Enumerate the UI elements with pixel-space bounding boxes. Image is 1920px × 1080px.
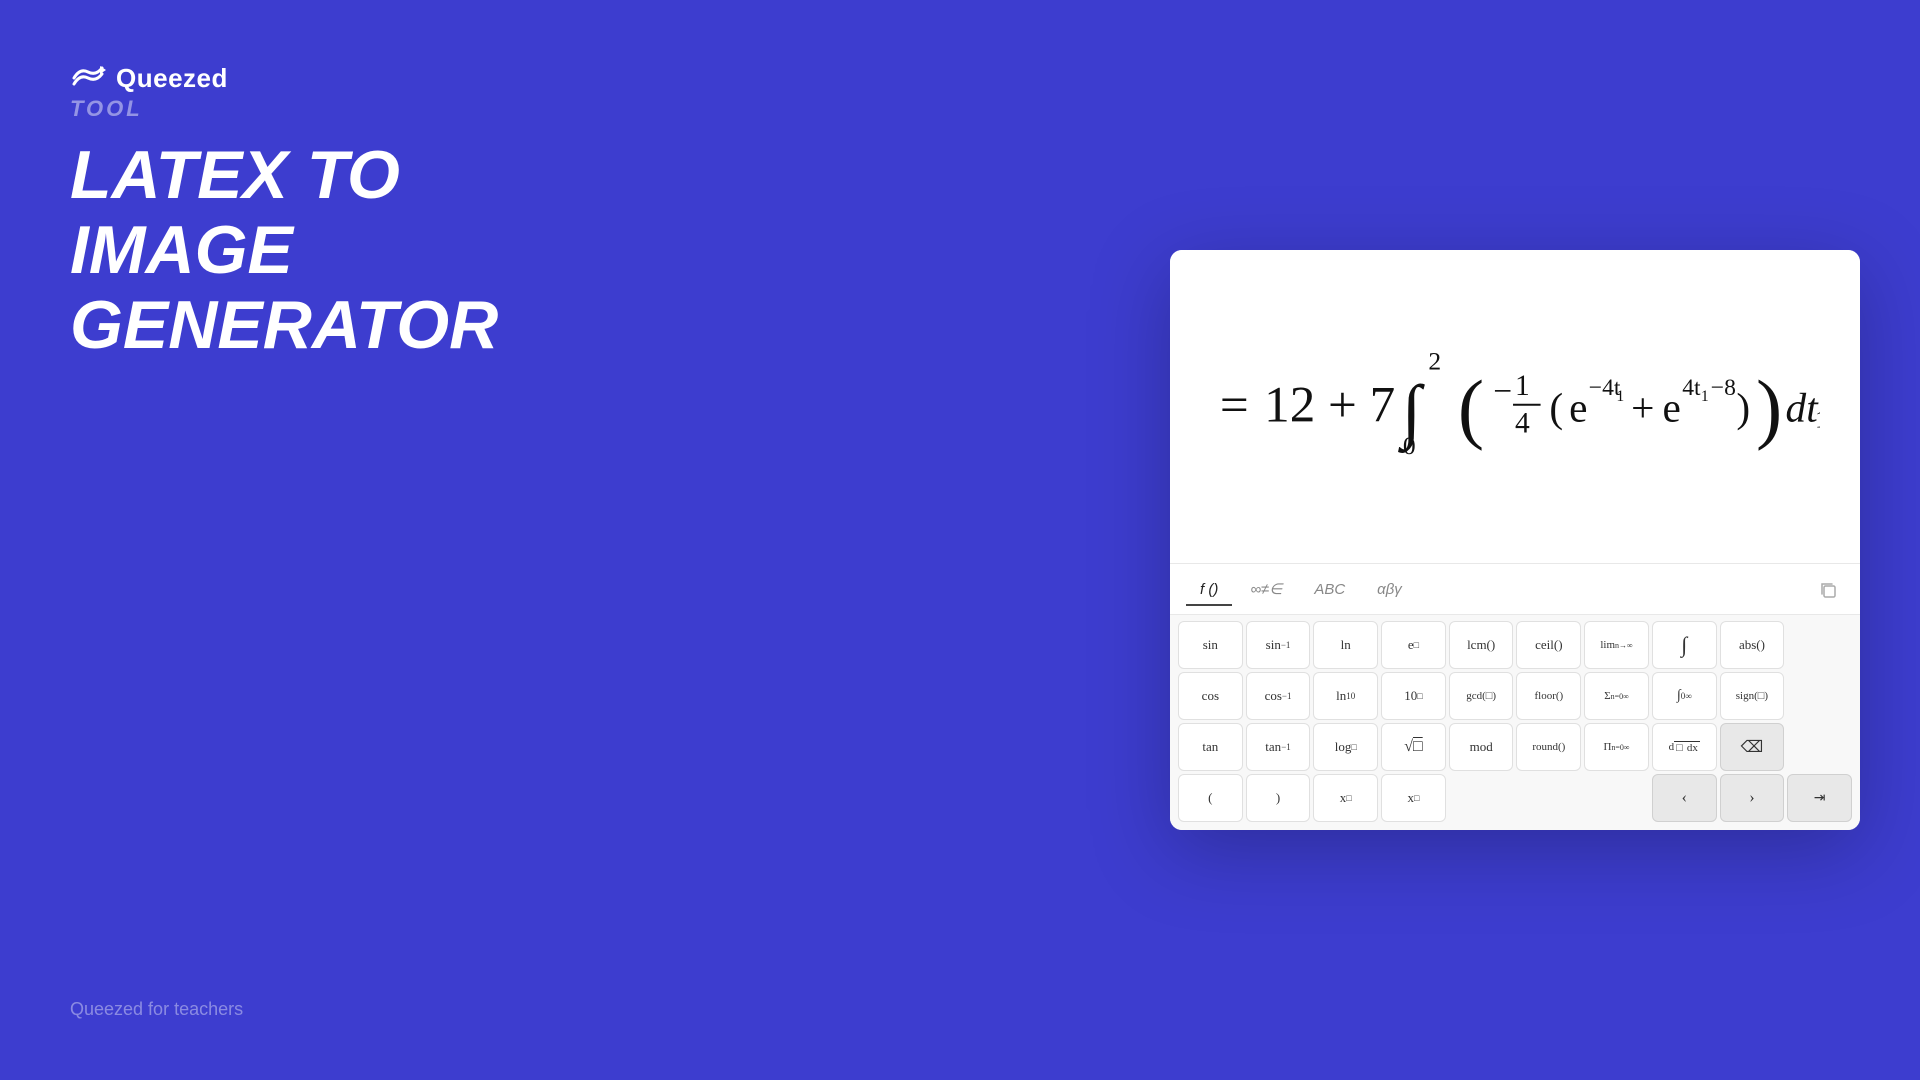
- btn-abs[interactable]: abs(): [1720, 621, 1785, 669]
- tab-bar: f () ∞≠∈ ABC αβγ: [1170, 564, 1860, 615]
- tab-functions[interactable]: f (): [1186, 575, 1232, 606]
- btn-asin[interactable]: sin−1: [1246, 621, 1311, 669]
- btn-atan[interactable]: tan−1: [1246, 723, 1311, 771]
- svg-text:): ): [1756, 365, 1782, 452]
- btn-sign[interactable]: sign(□): [1720, 672, 1785, 720]
- btn-rparen[interactable]: ): [1246, 774, 1311, 822]
- btn-acos[interactable]: cos−1: [1246, 672, 1311, 720]
- btn-tab[interactable]: ⇥: [1787, 774, 1852, 822]
- btn-definite-integral[interactable]: ∫0∞: [1652, 672, 1717, 720]
- svg-text:e: e: [1569, 384, 1587, 430]
- btn-sqrt[interactable]: √□: [1381, 723, 1446, 771]
- btn-backspace[interactable]: ⌫: [1720, 723, 1785, 771]
- svg-text:=: =: [1220, 376, 1249, 433]
- btn-empty-4-6: [1516, 774, 1581, 822]
- btn-floor[interactable]: floor(): [1516, 672, 1581, 720]
- tab-abc[interactable]: ABC: [1300, 575, 1359, 606]
- btn-lparen[interactable]: (: [1178, 774, 1243, 822]
- btn-log[interactable]: log□: [1313, 723, 1378, 771]
- tab-symbols[interactable]: ∞≠∈: [1236, 574, 1296, 606]
- footer-text: Queezed for teachers: [70, 999, 590, 1020]
- tab-greek[interactable]: αβγ: [1363, 575, 1416, 606]
- svg-text:1: 1: [1515, 370, 1530, 402]
- tool-label: TOOL: [70, 96, 590, 122]
- btn-integral[interactable]: ∫: [1652, 621, 1717, 669]
- btn-exp[interactable]: e□: [1381, 621, 1446, 669]
- btn-right[interactable]: ›: [1720, 774, 1785, 822]
- btn-derivative[interactable]: d□dx: [1652, 723, 1717, 771]
- btn-gcd[interactable]: gcd(□): [1449, 672, 1514, 720]
- svg-text:e: e: [1663, 384, 1681, 430]
- btn-left[interactable]: ‹: [1652, 774, 1717, 822]
- btn-sum[interactable]: Σn=0∞: [1584, 672, 1649, 720]
- svg-text:4t: 4t: [1682, 375, 1701, 401]
- btn-x-sup[interactable]: x□: [1313, 774, 1378, 822]
- logo-text: Queezed: [116, 63, 228, 94]
- svg-text:): ): [1736, 384, 1750, 431]
- btn-empty-4-5: [1449, 774, 1514, 822]
- btn-tan[interactable]: tan: [1178, 723, 1243, 771]
- svg-text:(: (: [1458, 365, 1484, 452]
- btn-mod[interactable]: mod: [1449, 723, 1514, 771]
- svg-text:0: 0: [1403, 431, 1416, 460]
- copy-button[interactable]: [1812, 574, 1844, 606]
- btn-x-sub[interactable]: x□: [1381, 774, 1446, 822]
- btn-lim[interactable]: limn→∞: [1584, 621, 1649, 669]
- svg-text:1: 1: [1616, 388, 1624, 405]
- btn-round[interactable]: round(): [1516, 723, 1581, 771]
- btn-ceil[interactable]: ceil(): [1516, 621, 1581, 669]
- btn-empty-4-7: [1584, 774, 1649, 822]
- btn-product[interactable]: Πn=0∞: [1584, 723, 1649, 771]
- svg-text:−: −: [1493, 373, 1512, 410]
- btn-10pow[interactable]: 10□: [1381, 672, 1446, 720]
- svg-text:12 + 7: 12 + 7: [1264, 376, 1395, 433]
- svg-text:4: 4: [1515, 407, 1530, 439]
- btn-log10[interactable]: ln10: [1313, 672, 1378, 720]
- calculator-panel: = 12 + 7 ∫ 2 0 ( − 1 4 ( e −4t 1 + e 4t …: [1170, 250, 1860, 830]
- btn-empty-3-10: [1787, 723, 1852, 771]
- svg-text:(: (: [1549, 384, 1563, 431]
- btn-lcm[interactable]: lcm(): [1449, 621, 1514, 669]
- btn-ln[interactable]: ln: [1313, 621, 1378, 669]
- left-panel: Queezed TOOL LATEX TO IMAGE GENERATOR Qu…: [0, 0, 660, 1080]
- keyboard-area: f () ∞≠∈ ABC αβγ sin sin−1 ln e□ lcm() c…: [1170, 563, 1860, 830]
- svg-text:1: 1: [1815, 404, 1820, 433]
- button-grid: sin sin−1 ln e□ lcm() ceil() limn→∞ ∫ ab…: [1170, 615, 1860, 830]
- logo: Queezed: [70, 60, 590, 96]
- svg-text:2: 2: [1428, 346, 1441, 375]
- btn-empty-2-10: [1787, 672, 1852, 720]
- svg-text:+: +: [1631, 384, 1654, 430]
- logo-icon: [70, 60, 106, 96]
- formula-display: = 12 + 7 ∫ 2 0 ( − 1 4 ( e −4t 1 + e 4t …: [1170, 250, 1860, 563]
- svg-text:1: 1: [1701, 388, 1709, 405]
- formula-svg: = 12 + 7 ∫ 2 0 ( − 1 4 ( e −4t 1 + e 4t …: [1210, 328, 1820, 485]
- main-title: LATEX TO IMAGE GENERATOR: [70, 138, 590, 362]
- btn-sin[interactable]: sin: [1178, 621, 1243, 669]
- btn-cos[interactable]: cos: [1178, 672, 1243, 720]
- svg-text:−8: −8: [1711, 375, 1736, 401]
- btn-empty-1-10: [1787, 621, 1852, 669]
